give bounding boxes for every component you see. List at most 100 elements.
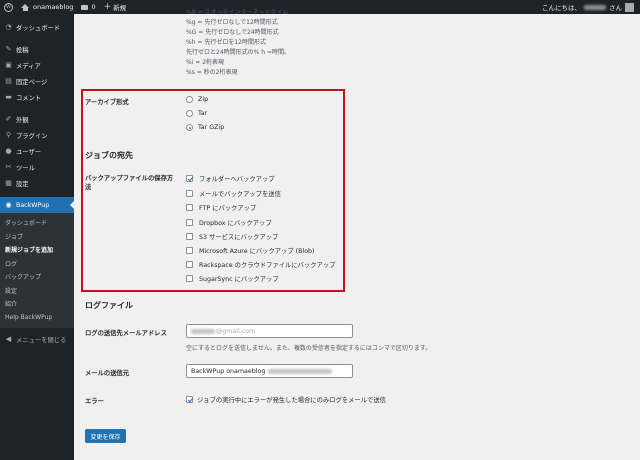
- dashboard-icon: ◔: [5, 23, 12, 31]
- menu-dashboard[interactable]: ◔ ダッシュボード: [0, 19, 74, 35]
- dest-azure-checkbox[interactable]: Microsoft Azure にバックアップ (Blob): [186, 246, 315, 255]
- log-sender-label: メールの送信元: [85, 370, 130, 377]
- menu-label: 設定: [16, 180, 29, 188]
- settings-icon: ▦: [5, 179, 12, 187]
- submenu-add-new-job[interactable]: 新規ジョブを追加: [0, 243, 74, 257]
- comment-icon: ▬: [5, 93, 12, 101]
- archive-tar-radio[interactable]: Tar: [186, 110, 207, 117]
- menu-plugins[interactable]: ⚲ プラグイン: [0, 127, 74, 143]
- destination-label-line: 法: [85, 184, 92, 191]
- blurred-username: [584, 4, 606, 10]
- checkbox-label: Microsoft Azure にバックアップ (Blob): [199, 248, 315, 255]
- format-line: %G = 先行ゼロなしで24時間形式: [186, 29, 279, 36]
- checkbox-label: フォルダーへバックアップ: [199, 176, 275, 183]
- dest-s3-checkbox[interactable]: S3 サービスにバックアップ: [186, 232, 278, 241]
- backwpup-icon: ◉: [5, 201, 12, 209]
- radio-circle: [186, 96, 193, 103]
- log-sender-value: BackWPup onamaeblog: [191, 367, 266, 375]
- blurred-sender-email: [268, 368, 333, 374]
- log-sender-input[interactable]: BackWPup onamaeblog: [186, 364, 353, 378]
- checkbox-label: FTP にバックアップ: [199, 205, 257, 212]
- page-icon: ▤: [5, 77, 12, 85]
- log-email-input[interactable]: @gmail.com: [186, 324, 353, 338]
- date-format-help: %B = スオッチインターネットタイム %g = 先行ゼロなしで12時間形式 %…: [186, 9, 290, 78]
- checkbox-checked: [186, 396, 193, 403]
- backwpup-submenu: ダッシュボード ジョブ 新規ジョブを追加 ログ バックアップ 設定 紹介 Hel…: [0, 213, 74, 328]
- plus-icon: +: [103, 1, 112, 12]
- checkbox: [186, 247, 193, 254]
- collapse-arrow-icon: ◀: [5, 335, 12, 343]
- menu-label: ユーザー: [16, 148, 42, 156]
- main-content: %B = スオッチインターネットタイム %g = 先行ゼロなしで12時間形式 %…: [74, 9, 640, 460]
- menu-label: ツール: [16, 164, 35, 172]
- log-errors-only-checkbox[interactable]: ジョブの実行中にエラーが発生した場合にのみログをメールで送信: [186, 395, 386, 404]
- menu-pages[interactable]: ▤ 固定ページ: [0, 73, 74, 89]
- dest-email-checkbox[interactable]: メールでバックアップを送信: [186, 189, 281, 198]
- format-line: %g = 先行ゼロなしで12時間形式: [186, 19, 278, 26]
- submenu-logs[interactable]: ログ: [0, 257, 74, 271]
- radio-circle-selected: [186, 124, 193, 131]
- checkbox: [186, 261, 193, 268]
- dest-sugarsync-checkbox[interactable]: SugarSync にバックアップ: [186, 274, 279, 283]
- menu-tools[interactable]: ✂ ツール: [0, 159, 74, 175]
- site-name: onamaeblog: [33, 3, 74, 11]
- submenu-jobs[interactable]: ジョブ: [0, 230, 74, 244]
- checkbox: [186, 190, 193, 197]
- home-icon: [21, 3, 30, 11]
- menu-comments[interactable]: ▬ コメント: [0, 89, 74, 105]
- checkbox-label: メールでバックアップを送信: [199, 191, 281, 198]
- checkbox-label: SugarSync にバックアップ: [199, 276, 279, 283]
- format-line: 先行ゼロと24時間形式の% h =時間。: [186, 49, 290, 56]
- checkbox-label: ジョブの実行中にエラーが発生した場合にのみログをメールで送信: [197, 397, 386, 404]
- format-line: %i = 2桁表現: [186, 59, 225, 66]
- checkbox-label: S3 サービスにバックアップ: [199, 234, 279, 241]
- destination-label: バックアップファイルの保存方 法: [85, 174, 173, 192]
- collapse-menu-button[interactable]: ◀ メニューを閉じる: [0, 331, 74, 347]
- submenu-dashboard[interactable]: ダッシュボード: [0, 216, 74, 230]
- dest-ftp-checkbox[interactable]: FTP にバックアップ: [186, 203, 256, 212]
- wrench-icon: ✂: [5, 163, 12, 171]
- dest-dropbox-checkbox[interactable]: Dropbox にバックアップ: [186, 218, 272, 227]
- checkbox: [186, 275, 193, 282]
- job-destination-title: ジョブの宛先: [85, 151, 133, 160]
- log-email-help: 空にするとログを送信しません。また、複数の受信者を指定するにはコンマで区切ります…: [186, 345, 432, 352]
- submenu-settings[interactable]: 設定: [0, 284, 74, 298]
- menu-label: 固定ページ: [16, 78, 48, 86]
- comments-link[interactable]: 0: [77, 0, 99, 14]
- dest-rackspace-checkbox[interactable]: Rackspace のクラウドファイルにバックアップ: [186, 260, 335, 269]
- new-label: 新規: [113, 4, 127, 12]
- avatar: [625, 2, 634, 12]
- menu-backwpup[interactable]: ◉ BackWPup: [0, 197, 74, 213]
- site-name-link[interactable]: onamaeblog: [17, 0, 77, 14]
- menu-settings[interactable]: ▦ 設定: [0, 175, 74, 191]
- archive-format-label: アーカイブ形式: [85, 99, 129, 106]
- menu-label: メディア: [16, 62, 41, 70]
- menu-appearance[interactable]: ✐ 外観: [0, 111, 74, 127]
- checkbox-label: Dropbox にバックアップ: [199, 220, 272, 227]
- destination-label-line: バックアップファイルの保存方: [85, 175, 174, 182]
- dest-folder-checkbox[interactable]: フォルダーへバックアップ: [186, 174, 275, 183]
- pin-icon: ✎: [5, 45, 12, 53]
- submenu-backups[interactable]: バックアップ: [0, 270, 74, 284]
- archive-zip-radio[interactable]: Zip: [186, 96, 208, 103]
- format-line: %B = スオッチインターネットタイム: [186, 9, 289, 16]
- menu-users[interactable]: ● ユーザー: [0, 143, 74, 159]
- radio-label: Zip: [198, 96, 209, 103]
- menu-media[interactable]: ▣ メディア: [0, 57, 74, 73]
- save-changes-button[interactable]: 変更を保存: [85, 429, 126, 443]
- submenu-help[interactable]: Help BackWPup: [0, 311, 74, 325]
- archive-targzip-radio[interactable]: Tar GZip: [186, 124, 224, 131]
- collapse-label: メニューを閉じる: [16, 336, 67, 344]
- radio-label: Tar GZip: [198, 124, 225, 131]
- new-content-link[interactable]: + 新規: [100, 0, 131, 14]
- my-account-menu[interactable]: こんにちは、 さん: [542, 2, 640, 12]
- log-error-label: エラー: [85, 398, 104, 405]
- radio-circle: [186, 110, 193, 117]
- admin-sidebar: ◔ ダッシュボード ✎ 投稿 ▣ メディア ▤ 固定ページ ▬ コメント ✐ 外…: [0, 14, 74, 460]
- submenu-about[interactable]: 紹介: [0, 297, 74, 311]
- comments-count: 0: [91, 3, 96, 11]
- menu-label: BackWPup: [16, 201, 50, 209]
- log-email-value: @gmail.com: [216, 327, 256, 335]
- wp-logo-menu[interactable]: W: [0, 0, 17, 14]
- menu-posts[interactable]: ✎ 投稿: [0, 41, 74, 57]
